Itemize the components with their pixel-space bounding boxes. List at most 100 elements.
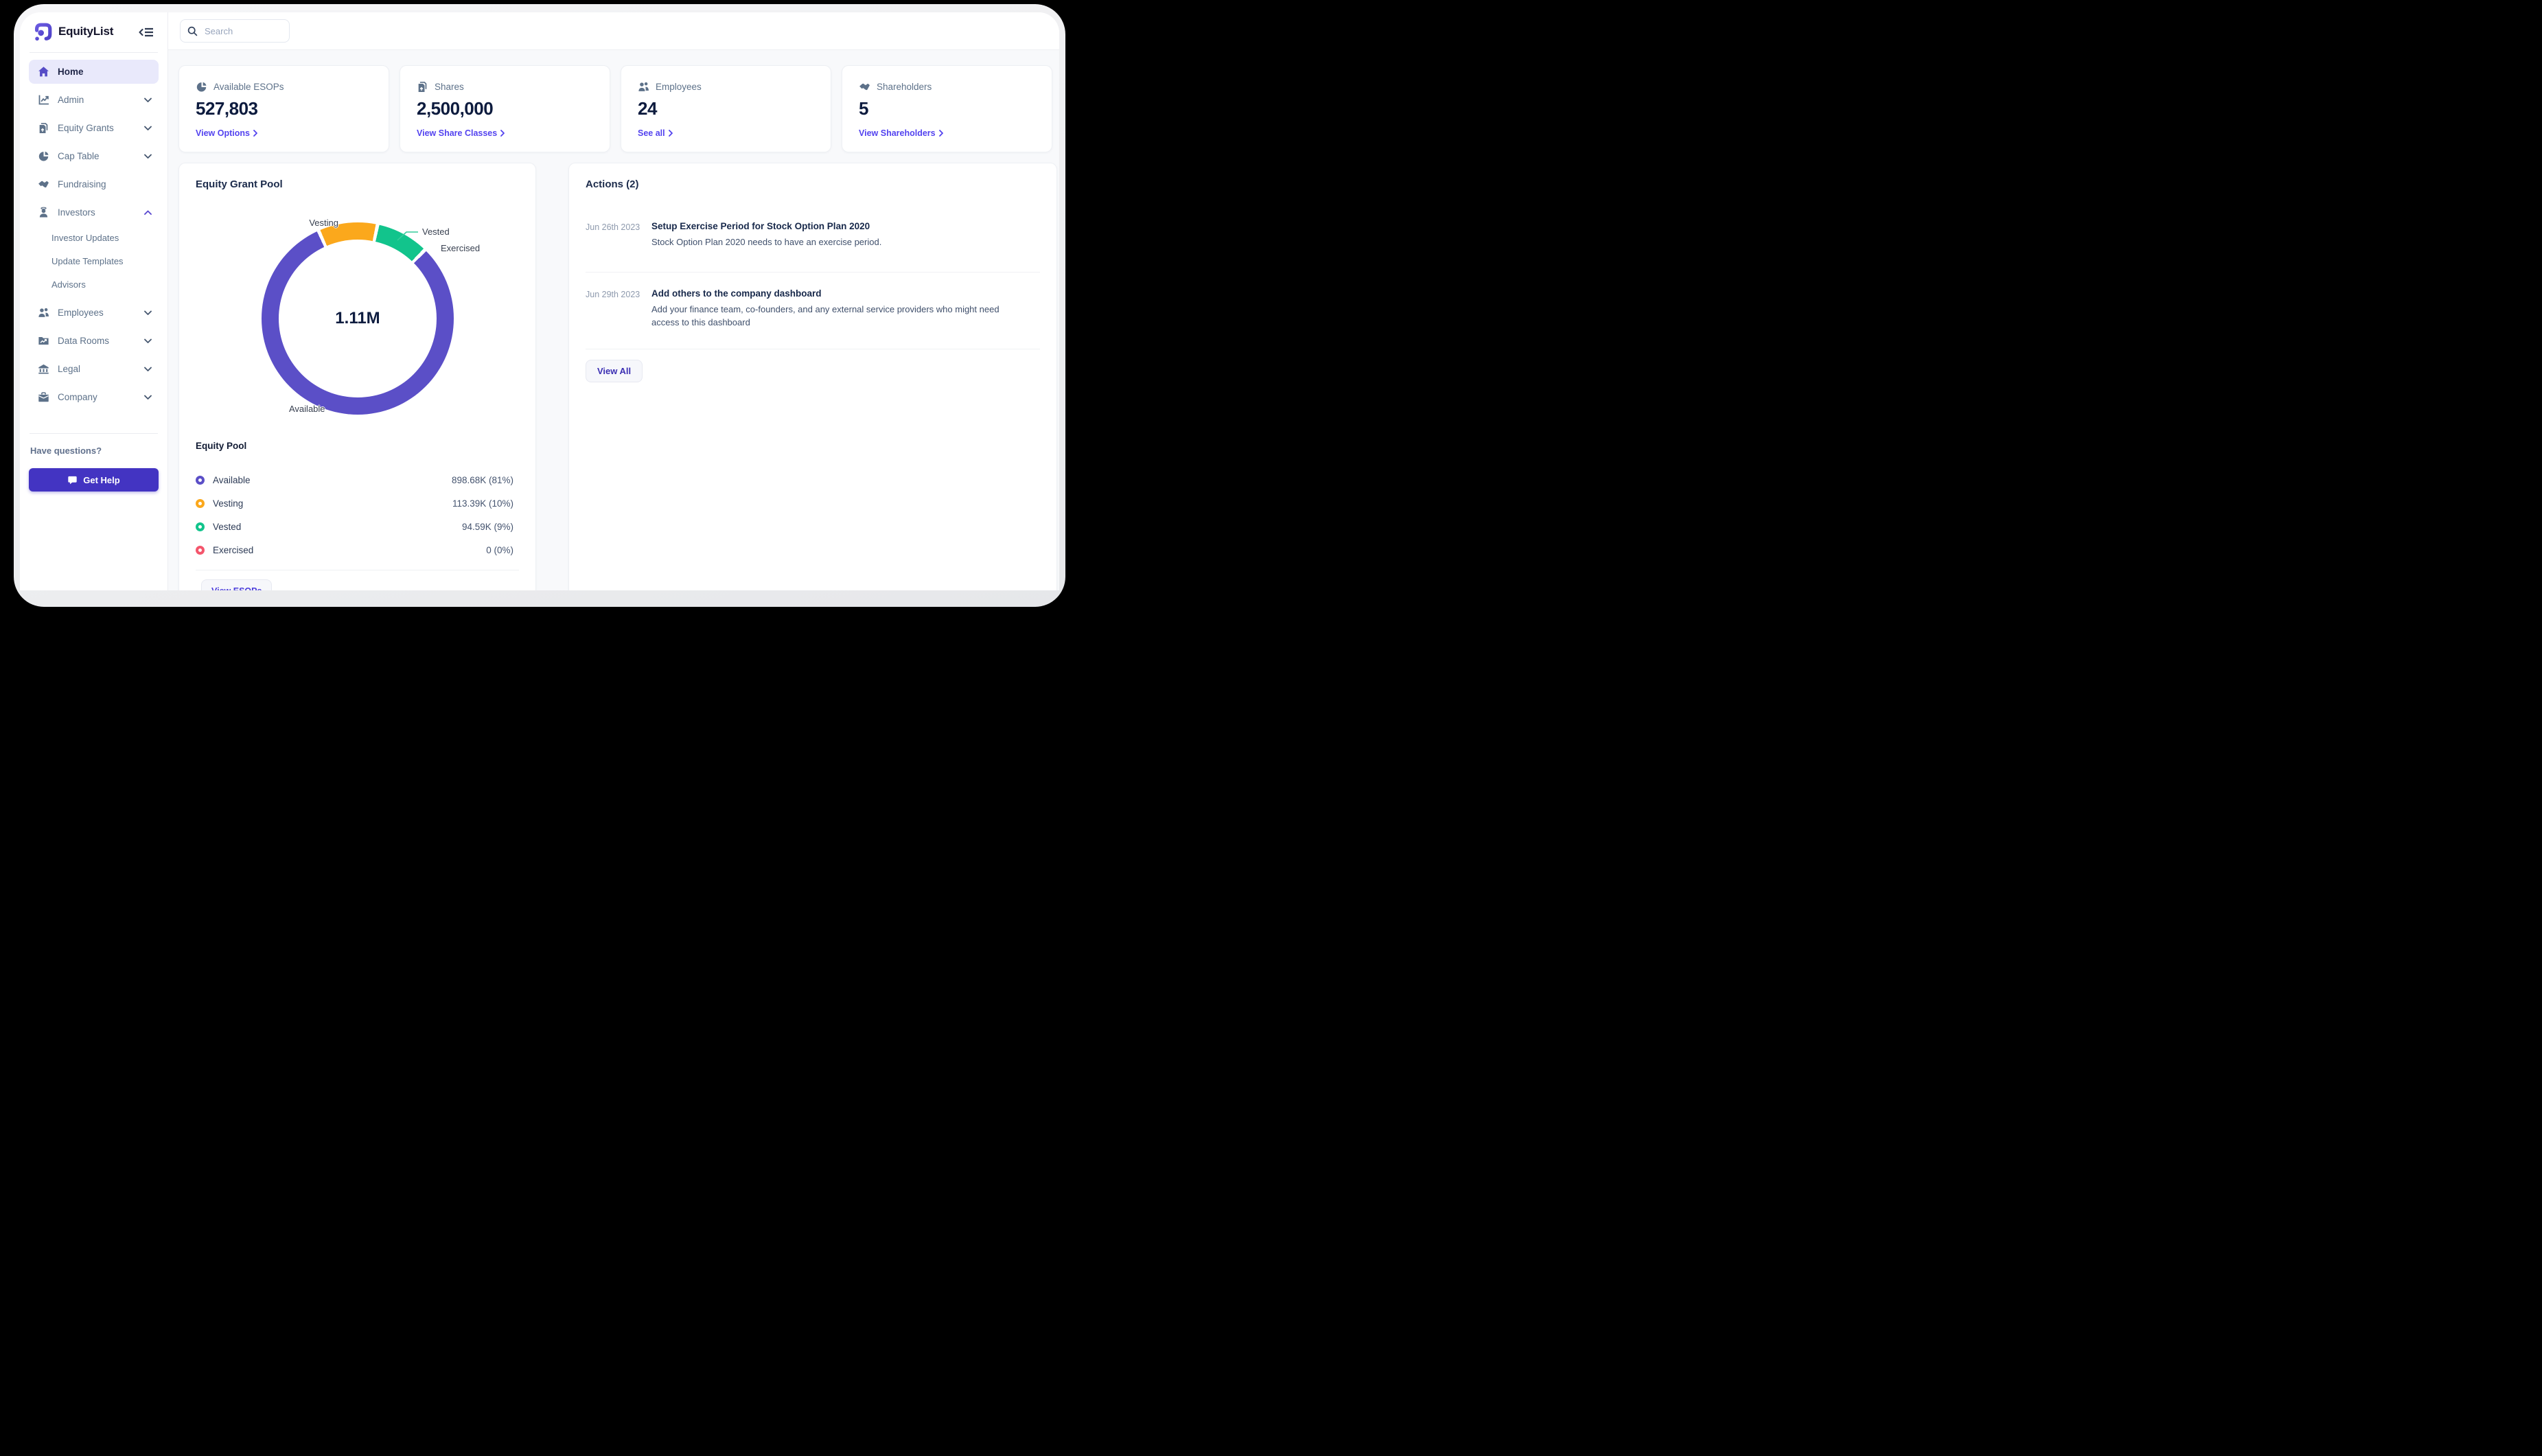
view-all-button[interactable]: View All [586, 360, 643, 382]
chevron-up-icon [144, 210, 152, 216]
actions-title: Actions (2) [586, 178, 639, 190]
legend-row-vesting: Vesting 113.39K (10%) [196, 492, 513, 515]
chevron-down-icon [144, 338, 152, 344]
stat-label: Available ESOPs [213, 82, 284, 92]
sidebar-item-label: Investors [58, 207, 136, 218]
pie-chart-icon [37, 150, 49, 162]
vesting-ring-icon [196, 499, 205, 508]
sidebar: EquityList Home [20, 12, 168, 590]
action-date: Jun 29th 2023 [586, 288, 651, 329]
sidebar-item-label: Fundraising [58, 179, 152, 189]
sidebar-item-employees[interactable]: Employees [29, 301, 159, 325]
link-label: View Share Classes [417, 128, 497, 138]
action-description: Add your finance team, co-founders, and … [651, 303, 1005, 329]
view-options-link[interactable]: View Options [196, 128, 372, 138]
stat-card-available-esops: Available ESOPs 527,803 View Options [178, 65, 389, 152]
stat-card-employees: Employees 24 See all [621, 65, 831, 152]
sidebar-item-home[interactable]: Home [29, 60, 159, 84]
bank-icon [37, 363, 49, 375]
sidebar-item-equity-grants[interactable]: Equity Grants [29, 116, 159, 140]
document-icon [37, 122, 49, 134]
handshake-icon [859, 81, 870, 93]
equity-grant-pool-card: Equity Grant Pool 1.11M Vesting Vested E… [178, 163, 536, 590]
legend-label: Exercised [213, 545, 253, 555]
legend-label: Available [213, 475, 251, 485]
chevron-down-icon [144, 395, 152, 400]
legend-row-available: Available 898.68K (81%) [196, 468, 513, 492]
equity-grant-pool-title: Equity Grant Pool [196, 178, 283, 190]
logo-text: EquityList [58, 25, 113, 38]
sidebar-item-legal[interactable]: Legal [29, 357, 159, 381]
sidebar-item-label: Update Templates [51, 256, 124, 266]
action-item[interactable]: Jun 26th 2023 Setup Exercise Period for … [586, 221, 1040, 249]
stat-value: 2,500,000 [417, 98, 593, 119]
equity-pool-legend: Available 898.68K (81%) Vesting 113.39K … [196, 468, 513, 562]
collapse-sidebar-icon[interactable] [138, 27, 154, 38]
chevron-right-icon [253, 130, 257, 137]
sidebar-item-label: Investor Updates [51, 233, 119, 243]
exercised-ring-icon [196, 546, 205, 555]
sidebar-item-investor-updates[interactable]: Investor Updates [29, 229, 159, 246]
sidebar-item-label: Equity Grants [58, 123, 136, 133]
sidebar-item-label: Legal [58, 364, 136, 374]
legend-value: 94.59K (9%) [462, 522, 513, 532]
sidebar-item-label: Employees [58, 308, 136, 318]
sidebar-item-company[interactable]: Company [29, 385, 159, 409]
sidebar-item-label: Company [58, 392, 136, 402]
get-help-button[interactable]: Get Help [29, 468, 159, 492]
share-certificate-icon [417, 81, 428, 93]
logo[interactable]: EquityList [32, 21, 113, 42]
app-window: EquityList Home [20, 12, 1059, 590]
search-icon [187, 26, 198, 36]
stat-value: 24 [638, 98, 814, 119]
chevron-down-icon [144, 97, 152, 103]
link-label: See all [638, 128, 665, 138]
sidebar-item-update-templates[interactable]: Update Templates [29, 252, 159, 270]
action-item[interactable]: Jun 29th 2023 Add others to the company … [586, 288, 1040, 329]
view-share-classes-link[interactable]: View Share Classes [417, 128, 593, 138]
sidebar-item-label: Data Rooms [58, 336, 136, 346]
handshake-icon [37, 178, 49, 190]
chevron-down-icon [144, 154, 152, 159]
sidebar-item-label: Advisors [51, 279, 86, 290]
sidebar-item-advisors[interactable]: Advisors [29, 275, 159, 293]
chart-line-icon [37, 94, 49, 106]
chevron-right-icon [669, 130, 673, 137]
link-label: View Options [196, 128, 250, 138]
sidebar-item-label: Admin [58, 95, 136, 105]
chat-bubble-icon [67, 475, 78, 485]
sidebar-item-cap-table[interactable]: Cap Table [29, 144, 159, 168]
chevron-down-icon [144, 126, 152, 131]
vested-ring-icon [196, 522, 205, 531]
view-esops-button[interactable]: View ESOPs [201, 579, 272, 590]
chevron-down-icon [144, 310, 152, 316]
top-header [168, 12, 1059, 50]
people-icon [638, 81, 649, 93]
search-box[interactable] [180, 19, 290, 43]
donut-label-vested: Vested [422, 227, 450, 237]
see-all-link[interactable]: See all [638, 128, 814, 138]
get-help-label: Get Help [83, 475, 119, 485]
actions-card: Actions (2) Jun 26th 2023 Setup Exercise… [568, 163, 1057, 590]
equity-donut-chart: 1.11M [262, 222, 454, 415]
sidebar-item-fundraising[interactable]: Fundraising [29, 172, 159, 196]
legend-value: 0 (0%) [486, 545, 513, 555]
donut-center-total: 1.11M [262, 222, 454, 415]
sidebar-item-investors[interactable]: Investors [29, 200, 159, 224]
sidebar-item-admin[interactable]: Admin [29, 88, 159, 112]
people-icon [37, 307, 49, 319]
briefcase-icon [37, 391, 49, 403]
screenshot-stage: EquityList Home [0, 0, 1076, 616]
sidebar-footer-divider [30, 433, 158, 434]
stat-value: 527,803 [196, 98, 372, 119]
legend-value: 113.39K (10%) [452, 498, 513, 509]
chevron-right-icon [500, 130, 505, 137]
equitylist-logo-icon [32, 21, 53, 42]
home-icon [37, 66, 49, 78]
sidebar-item-data-rooms[interactable]: Data Rooms [29, 329, 159, 353]
view-shareholders-link[interactable]: View Shareholders [859, 128, 1035, 138]
stat-label: Shareholders [877, 82, 932, 92]
available-ring-icon [196, 476, 205, 485]
sidebar-divider [30, 52, 158, 53]
search-input[interactable] [203, 25, 279, 37]
